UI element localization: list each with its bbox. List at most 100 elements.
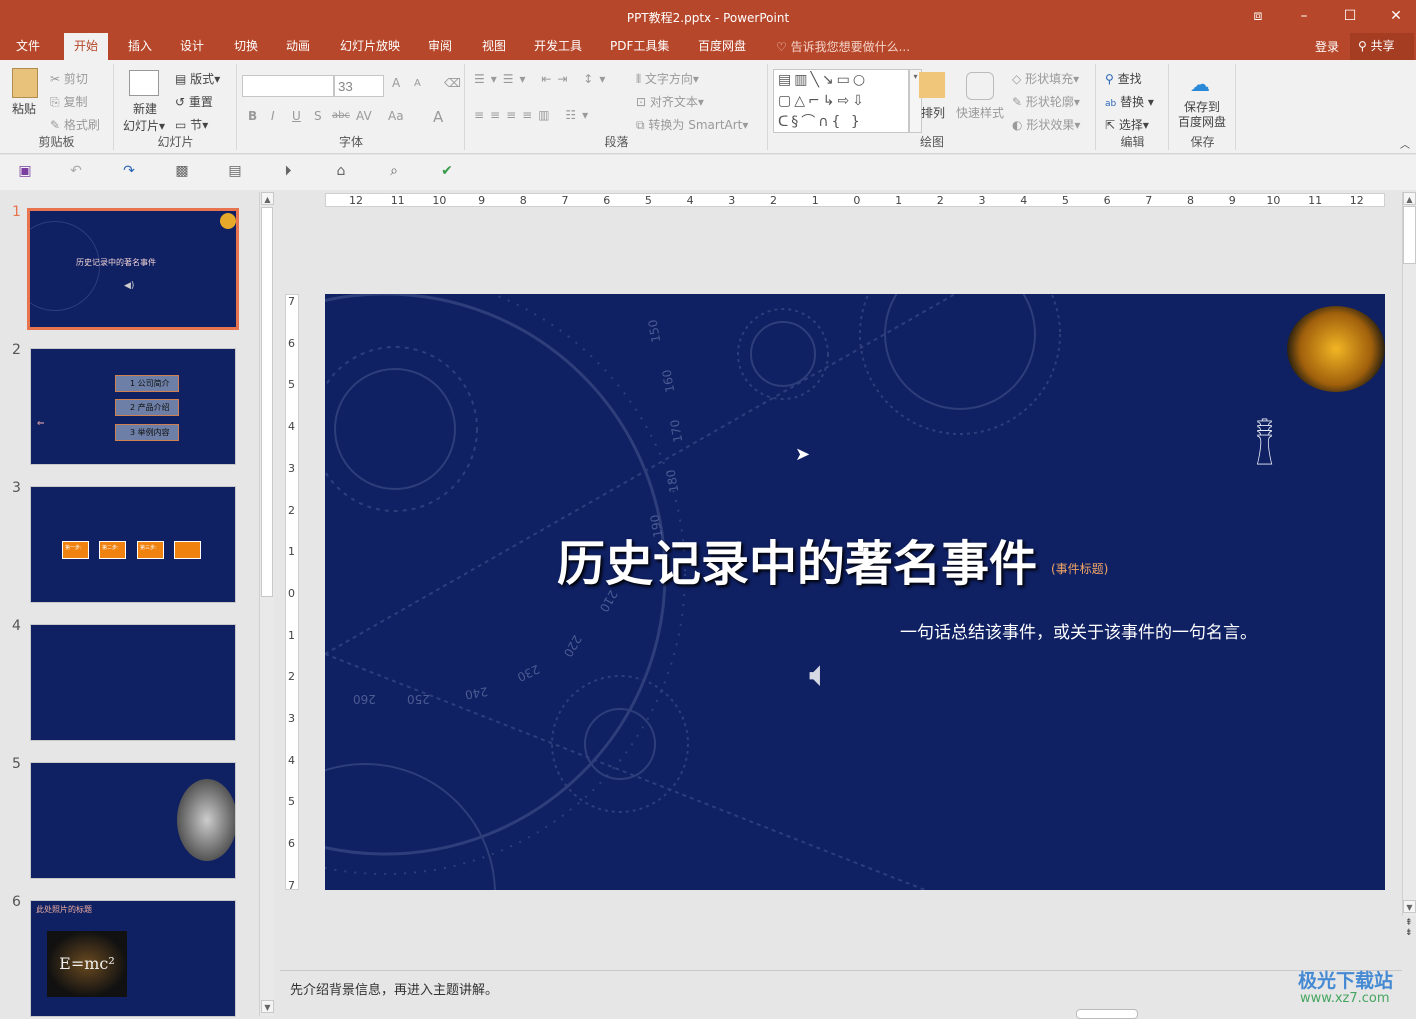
cut-button[interactable]: ✂ 剪切 (50, 70, 88, 87)
prev-next-slide-buttons[interactable]: ⇞ ⇟ (1405, 918, 1413, 938)
thumb-step: 第二步: (99, 541, 126, 559)
ruler-tick-label: 5 (644, 194, 652, 207)
editor-scrollbar[interactable]: ▲ ▼ (1402, 192, 1416, 916)
scroll-down-button[interactable]: ▼ (261, 1000, 274, 1013)
maximize-icon[interactable]: ☐ (1327, 4, 1373, 28)
arrange-button[interactable]: 排列 (921, 104, 945, 121)
collapse-ribbon-icon[interactable]: ︿ (1400, 136, 1410, 151)
underline-button[interactable]: U (292, 109, 301, 123)
scroll-thumb[interactable] (1403, 206, 1416, 264)
login-button[interactable]: 登录 (1315, 38, 1339, 55)
undo-icon[interactable]: ↶ (66, 163, 86, 181)
slide-thumbnail-1[interactable]: 历史记录中的著名事件 ◀) (27, 208, 239, 330)
thumb-item: 3 举例内容 (115, 424, 179, 441)
scroll-up-button[interactable]: ▲ (1403, 192, 1416, 205)
clear-format-icon[interactable]: ⌫ (444, 76, 461, 90)
slide-title[interactable]: 历史记录中的著名事件 (557, 524, 1037, 594)
slide-canvas[interactable]: 𓊽 历史记录中的著名事件 (事件标题) 一句话总结该事件，或关于该事件的一句名言… (325, 294, 1385, 890)
slide-thumbnail-2[interactable]: 1 公司简介 2 产品介绍 3 举例内容 ⇐ (30, 348, 236, 465)
ruler-tick-label: 10 (1266, 194, 1281, 207)
dial-number: 260 (353, 692, 376, 706)
shape-fill-label: 形状填充 (1025, 72, 1074, 86)
align-text-button[interactable]: ⊡ 对齐文本▾ (636, 93, 704, 110)
tab-3[interactable]: 设计 (170, 33, 214, 60)
drawing-group: ▤▥╲↘▭○ ▢△⌐↳⇨⇩ ᑕ§⌒∩{ } ▾ 排列 快速样式 ◇ 形状填充▾ ✎ … (769, 64, 1096, 150)
change-case-button[interactable]: Aa (388, 109, 404, 123)
minimize-icon[interactable]: – (1281, 4, 1327, 28)
new-slide-button[interactable]: 新建 幻灯片▾ (123, 100, 165, 134)
tab-5[interactable]: 动画 (276, 33, 320, 60)
shape-effects-button[interactable]: ◐ 形状效果▾ (1012, 116, 1080, 133)
italic-button[interactable]: I (271, 109, 275, 123)
font-size-input[interactable] (334, 75, 384, 97)
tab-8[interactable]: 视图 (472, 33, 516, 60)
tab-10[interactable]: PDF工具集 (600, 33, 679, 60)
presenter-icon[interactable]: ⌂ (331, 163, 351, 181)
check-icon[interactable]: ✔ (437, 163, 457, 181)
font-group: A A ⌫ B I U S abc AV Aa A 字体 (238, 64, 465, 150)
layout-button[interactable]: ▤ 版式▾ (175, 70, 220, 87)
font-name-input[interactable] (242, 75, 334, 97)
strikethrough-button[interactable]: abc (332, 110, 350, 121)
bold-button[interactable]: B (248, 109, 257, 123)
smartart-icon: ⧉ (636, 118, 645, 132)
ribbon-display-icon[interactable]: ⧈ (1235, 4, 1281, 28)
scroll-thumb[interactable] (261, 207, 273, 597)
slide-thumbnail-3[interactable]: 第一步: 第二步: 第三步: (30, 486, 236, 603)
text-box-icon[interactable]: ▤ (225, 163, 245, 181)
save-icon[interactable]: ▣ (15, 163, 35, 181)
scroll-down-button[interactable]: ▼ (1403, 900, 1416, 913)
smartart-button[interactable]: ⧉ 转换为 SmartArt▾ (636, 116, 748, 133)
slide-thumbnail-6[interactable]: 此处照片的标题 E=mc² (30, 900, 236, 1017)
notes-text[interactable]: 先介绍背景信息，再进入主题讲解。 (290, 979, 498, 998)
shape-fill-button[interactable]: ◇ 形状填充▾ (1012, 70, 1079, 87)
slide-thumbnail-4[interactable] (30, 624, 236, 741)
text-direction-icon: ⫴ (636, 72, 642, 86)
redo-icon[interactable]: ↷ (119, 163, 139, 181)
font-color-button[interactable]: A (433, 108, 443, 126)
grow-font-button[interactable]: A (392, 76, 400, 90)
slide-subtitle[interactable]: 一句话总结该事件，或关于该事件的一句名言。 (900, 618, 1257, 643)
slide-thumbnail-5[interactable] (30, 762, 236, 879)
tab-6[interactable]: 幻灯片放映 (330, 33, 410, 60)
present-online-icon[interactable]: ▩ (172, 163, 192, 181)
quick-styles-button[interactable]: 快速样式 (956, 104, 1004, 121)
scroll-up-button[interactable]: ▲ (261, 192, 274, 205)
notes-pane[interactable]: 先介绍背景信息，再进入主题讲解。 (280, 970, 1402, 1016)
tab-1[interactable]: 开始 (64, 33, 109, 60)
shapes-gallery[interactable]: ▤▥╲↘▭○ ▢△⌐↳⇨⇩ ᑕ§⌒∩{ } (773, 69, 909, 133)
copy-button[interactable]: ⎘ 复制 (50, 93, 87, 110)
tab-11[interactable]: 百度网盘 (688, 33, 756, 60)
char-spacing-button[interactable]: AV (356, 109, 372, 123)
tab-2[interactable]: 插入 (118, 33, 162, 60)
notes-resize-handle[interactable] (1076, 1009, 1138, 1019)
slideshow-icon[interactable]: ⏵ (278, 163, 298, 181)
reset-button[interactable]: ↺ 重置 (175, 93, 213, 110)
shrink-font-button[interactable]: A (414, 78, 421, 89)
shadow-button[interactable]: S (314, 109, 322, 123)
replace-button[interactable]: ab 替换 ▾ (1105, 93, 1154, 110)
tab-9[interactable]: 开发工具 (524, 33, 592, 60)
tab-7[interactable]: 审阅 (418, 33, 462, 60)
section-button[interactable]: ▭ 节▾ (175, 116, 208, 133)
tell-me-search[interactable]: ♡ 告诉我您想要做什么... (776, 38, 910, 55)
select-button[interactable]: ⇱ 选择▾ (1105, 116, 1149, 133)
save-to-baidu-button[interactable]: 保存到 百度网盘 (1178, 100, 1226, 130)
tab-0[interactable]: 文件 (6, 33, 50, 60)
speaker-icon[interactable]: 🔈︎ (809, 654, 831, 696)
text-direction-button[interactable]: ⫴ 文字方向▾ (636, 70, 699, 87)
close-icon[interactable]: ✕ (1373, 4, 1416, 28)
ruler-tick-label: 7 (561, 194, 569, 207)
thumbnail-scrollbar[interactable]: ▲ ▼ (259, 192, 274, 1016)
find-button[interactable]: ⚲ 查找 (1105, 70, 1142, 87)
ruler-tick-label: 10 (432, 194, 447, 207)
align-buttons[interactable]: ≡≡≡≡▥ ☷▾ (474, 108, 594, 122)
share-button[interactable]: ⚲ 共享 (1350, 33, 1414, 60)
list-buttons[interactable]: ☰▾☰▾ ⇤⇥ ↕▾ (474, 72, 611, 86)
slide-title-tag[interactable]: (事件标题) (1051, 560, 1108, 577)
format-painter-button[interactable]: ✎ 格式刷 (50, 116, 100, 133)
tab-4[interactable]: 切换 (224, 33, 268, 60)
shape-outline-button[interactable]: ✎ 形状轮廓▾ (1012, 93, 1080, 110)
print-preview-icon[interactable]: ⌕ (384, 163, 404, 181)
paste-button[interactable]: 粘贴 (12, 100, 36, 117)
